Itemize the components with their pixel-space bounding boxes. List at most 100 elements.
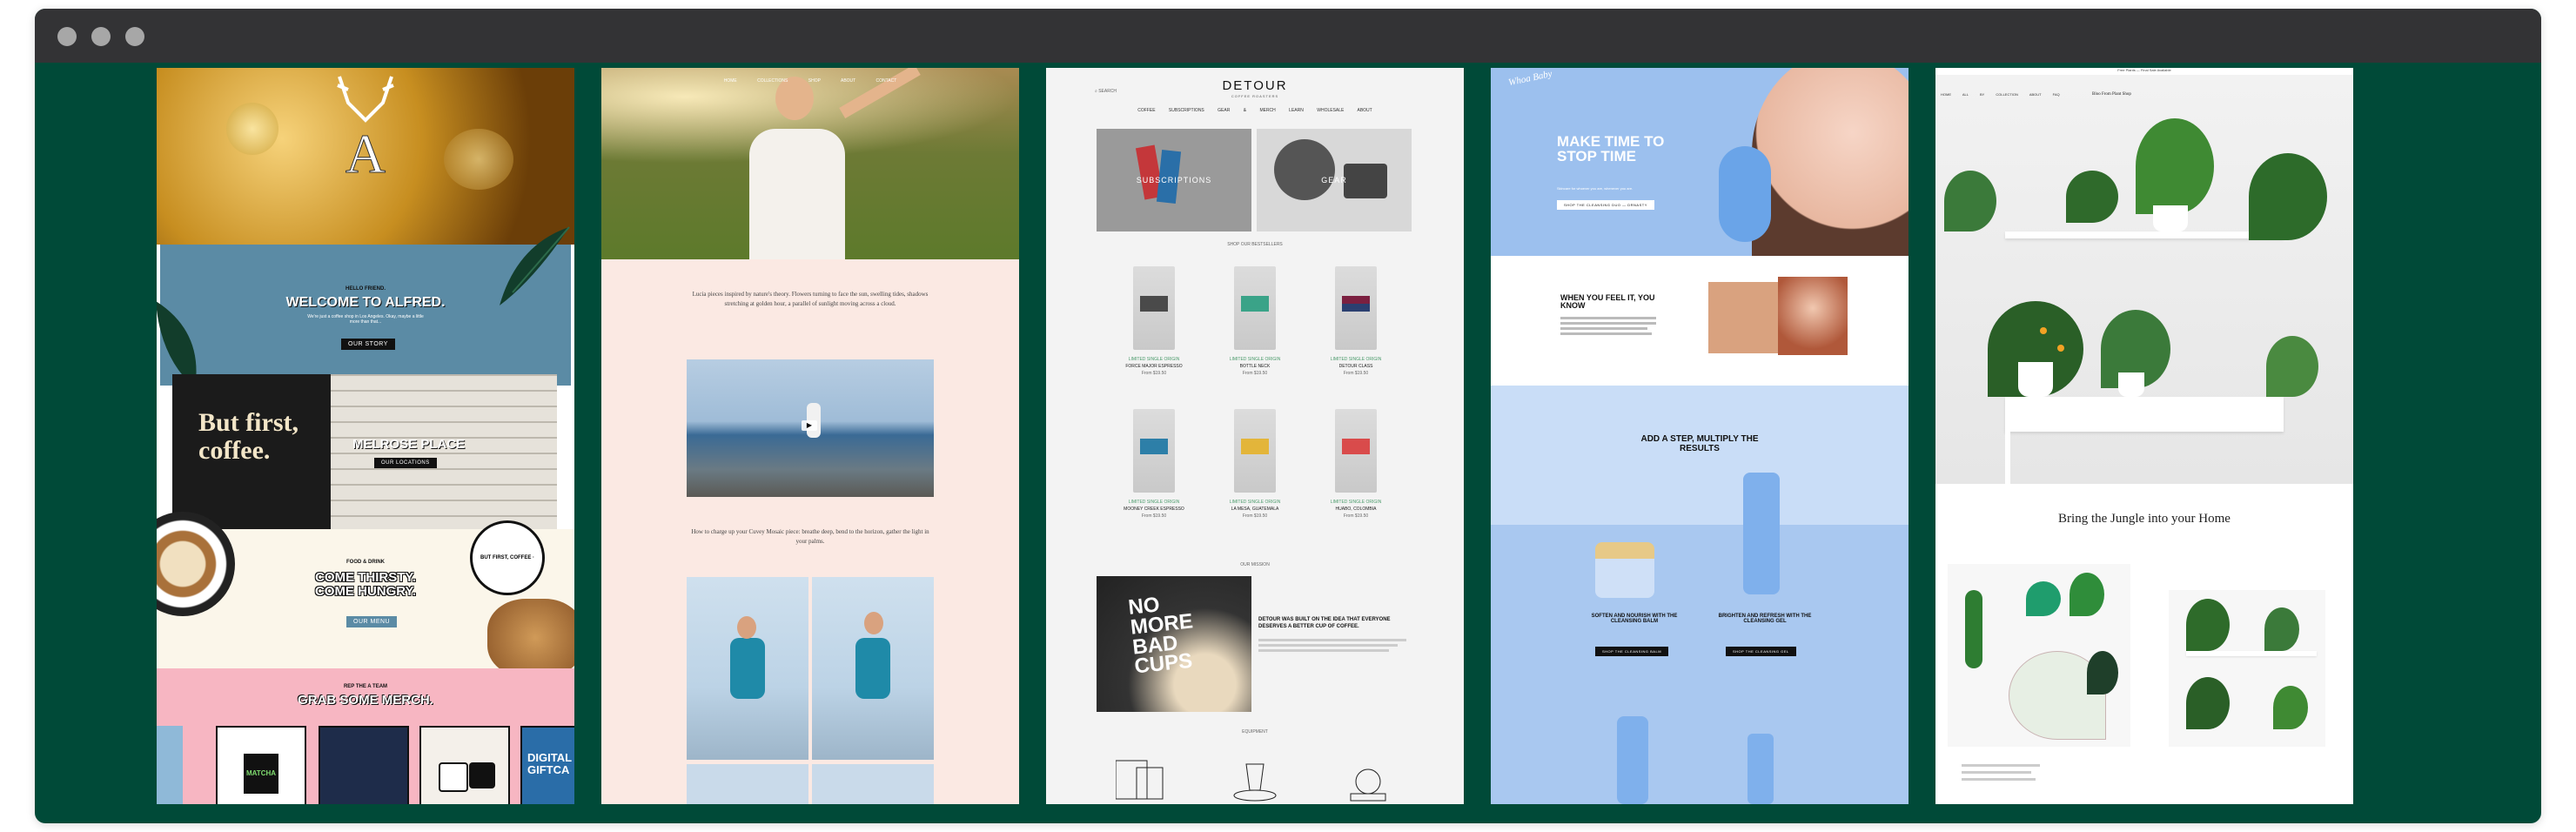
menu-item[interactable]: LEARN [1289,108,1304,113]
merch-card[interactable] [319,726,409,804]
balm-jar-image [1595,542,1654,598]
hero-shop-button[interactable]: SHOP THE CLEANSING DUO — DRNASTY [1557,200,1654,210]
jewelry-site-preview[interactable]: HOME COLLECTIONS SHOP ABOUT CONTACT Luci… [601,68,1019,804]
nav-link[interactable]: HOME [724,78,737,84]
our-menu-button[interactable]: OUR MENU [346,616,398,627]
hero-title: MAKE TIME TO STOP TIME [1557,133,1665,164]
menu-item[interactable]: GEAR & MERCH [1218,108,1276,113]
nav-link[interactable]: COLLECTIONS [757,78,788,84]
alfred-site-preview[interactable]: A HELLO FRIEND. WELCOME TO ALFRED. We're… [157,68,574,804]
merch-title: GRAB SOME MERCH. [298,693,433,708]
product-price: From $19.50 [1343,513,1369,519]
gel-tube-image [1743,473,1780,594]
gel-title: BRIGHTEN AND REFRESH WITH THE CLEANSING … [1718,614,1812,624]
product-card[interactable]: LIMITED SINGLE ORIGIN MOONEY CREEK ESPRE… [1102,409,1206,519]
play-icon[interactable]: ▶ [802,420,817,431]
first-coffee-badge: BUT FIRST, COFFEE · ALFRED · [470,520,545,630]
lookbook-image-1 [687,577,808,760]
search-link[interactable]: ⌕ SEARCH [1095,89,1117,94]
video-thumbnail[interactable]: ▶ [687,359,934,497]
merch-card[interactable] [419,726,510,804]
skincare-site-preview[interactable]: Whoa Baby MAKE TIME TO STOP TIME Skincar… [1491,68,1909,804]
feel-image-2 [1778,277,1848,355]
hero-image [601,68,1019,259]
mission-kicker: OUR MISSION [1240,562,1270,567]
brand-name[interactable]: Bloo From Plant Shop [2092,92,2131,97]
close-button[interactable] [57,27,77,46]
product-price: From $19.50 [1141,513,1167,519]
menu-item[interactable]: ABOUT [1358,108,1372,113]
care-paragraph: How to charge up your Cuvey Mosaic piece… [691,528,929,546]
detour-tagline: COFFEE ROASTERS [1231,94,1279,98]
equipment-illustrations [1116,760,1386,802]
subscriptions-tile[interactable]: SUBSCRIPTIONS [1097,129,1251,231]
detour-site-preview[interactable]: DETOUR COFFEE ROASTERS ⌕ SEARCH COFFEE S… [1046,68,1464,804]
welcome-intro: We're just a coffee shop in Los Angeles.… [307,314,424,325]
coffee-sign-image: But first, coffee. [172,374,346,531]
merch-kicker: REP THE A TEAM [343,684,388,689]
menu-item[interactable]: WHOLESALE [1317,108,1344,113]
shelf-plants-image[interactable] [2169,590,2325,747]
hero-image: HOME ALL BY COLLECTION ABOUT FAQ Bloo Fr… [1935,75,2353,484]
product-card[interactable]: LIMITED SINGLE ORIGIN LA MESA, GUATEMALA… [1203,409,1307,519]
merch-card[interactable]: MATCHA [216,726,306,804]
product-card[interactable]: LIMITED SINGLE ORIGIN DETOUR CLASS From … [1304,266,1408,376]
antler-logo-icon: A [337,76,394,185]
balm-title: SOFTEN AND NOURISH WITH THE CLEANSING BA… [1591,614,1678,624]
come-thirsty-title: COME THIRSTY. COME HUNGRY. [314,570,417,599]
product-card[interactable]: LIMITED SINGLE ORIGIN BOTTLE NECK From $… [1203,266,1307,376]
lookbook-image-2 [812,577,934,760]
model-shirt [749,129,845,259]
add-a-step-section: ADD A STEP, MULTIPLY THE RESULTS SOFTEN … [1491,386,1909,804]
shop-balm-button[interactable]: SHOP THE CLEANSING BALM [1595,647,1669,656]
feel-image-1 [1708,282,1778,353]
top-nav: HOME ALL BY COLLECTION ABOUT FAQ [1941,92,2060,97]
lookbook-image-3 [687,764,808,804]
melrose-title: MELROSE PLACE [352,437,466,452]
product-in-hand [1719,146,1771,242]
page-title: Bring the Jungle into your Home [2058,512,2231,526]
product-price: From $19.50 [1242,371,1268,376]
shop-gel-button[interactable]: SHOP THE CLEANSING GEL [1726,647,1796,656]
nav-link[interactable]: CONTACT [876,78,897,84]
our-locations-button[interactable]: OUR LOCATIONS [374,458,437,468]
merch-card[interactable] [157,726,183,804]
lookbook-image-4 [812,764,934,804]
minimize-button[interactable] [91,27,111,46]
plant-shop-site-preview[interactable]: Free Plants — Final Sale Available HOME … [1935,68,2353,804]
no-more-bad-cups-image: NO MORE BAD CUPS [1097,576,1251,712]
intro-paragraph: Lucia pieces inspired by nature's theory… [692,291,929,308]
merch-card[interactable]: DIGITAL GIFTCA [520,726,574,804]
menu-item[interactable]: SUBSCRIPTIONS [1169,108,1204,113]
mission-text: DETOUR WAS BUILT ON THE IDEA THAT EVERYO… [1258,617,1391,630]
gear-tile[interactable]: GEAR [1257,129,1412,231]
hero-subtitle: Skincare for whoever you are, whenever y… [1557,186,1633,191]
pastry-image [487,599,574,677]
subscriptions-label: SUBSCRIPTIONS [1136,176,1212,185]
nav-link[interactable]: SHOP [808,78,821,84]
zoom-button[interactable] [125,27,144,46]
whoa-logo[interactable]: Whoa Baby [1507,69,1553,88]
product-name: HUABO, COLOMBIA [1335,507,1377,512]
product-name: FORCE MAJOR ESPRESSO [1125,364,1183,369]
gear-label: GEAR [1321,176,1347,185]
model-face-image [1752,68,1909,256]
product-name: BOTTLE NECK [1239,364,1271,369]
plant-collage-image[interactable] [1948,564,2130,747]
equipment-heading: EQUIPMENT [1242,729,1268,735]
product-name: MOONEY CREEK ESPRESSO [1124,507,1184,512]
product-card[interactable]: LIMITED SINGLE ORIGIN HUABO, COLOMBIA Fr… [1304,409,1408,519]
window-titlebar [35,9,2541,63]
product-card[interactable]: LIMITED SINGLE ORIGIN FORCE MAJOR ESPRES… [1102,266,1206,376]
feel-title: WHEN YOU FEEL IT, YOU KNOW [1560,293,1655,310]
product-price: From $19.50 [1343,371,1369,376]
matcha-tin: MATCHA [244,754,278,794]
add-step-title: ADD A STEP, MULTIPLY THE RESULTS [1640,434,1759,453]
our-story-button[interactable]: OUR STORY [341,339,395,350]
bestsellers-heading: SHOP OUR BESTSELLERS [1227,242,1283,247]
menu-item[interactable]: COFFEE [1137,108,1155,113]
nav-link[interactable]: ABOUT [841,78,855,84]
hero-section: Whoa Baby MAKE TIME TO STOP TIME Skincar… [1491,68,1909,256]
svg-text:A: A [345,123,386,185]
product-price: From $19.50 [1141,371,1167,376]
